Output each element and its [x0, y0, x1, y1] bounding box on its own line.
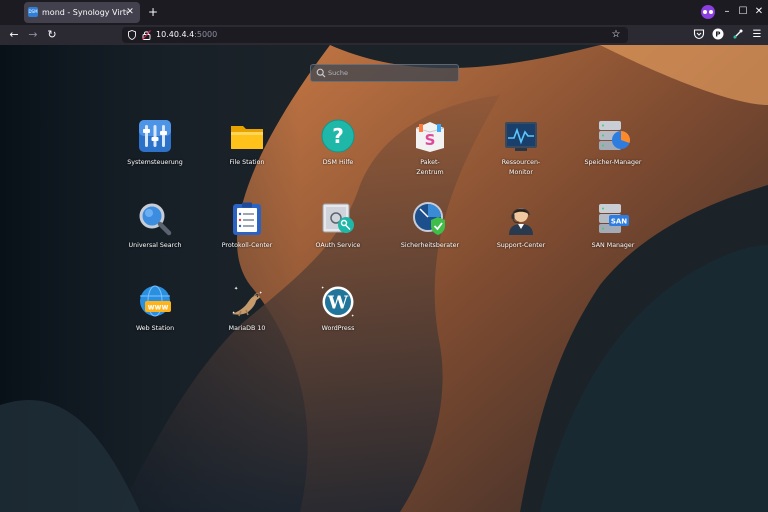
extension-icon[interactable]: P	[711, 28, 725, 42]
browser-navigation-bar: ← → ↻ 10.40.4.4:5000 ☆ P ☰	[0, 25, 768, 45]
app-systemsteuerung[interactable]: Systemsteuerung	[110, 118, 200, 190]
package-center-icon: S	[415, 122, 445, 152]
forward-arrow-icon[interactable]: →	[26, 28, 40, 42]
control-panel-icon	[139, 120, 171, 152]
app-label: Sicherheitsberater	[400, 242, 460, 249]
magnifier-icon	[139, 203, 172, 236]
san-manager-icon: SAN	[599, 204, 629, 233]
app-label: Web Station	[135, 325, 175, 332]
app-label: Protokoll-Center	[221, 242, 273, 249]
maximize-button[interactable]: ☐	[736, 5, 750, 19]
app-web-station[interactable]: www Web Station	[110, 284, 200, 356]
app-wordpress[interactable]: ✦ ✦ W WordPress	[293, 284, 383, 356]
folder-icon	[231, 126, 263, 149]
browser-tab[interactable]: DSM mond - Synology VirtualDSM ✕	[24, 2, 140, 23]
tab-title: mond - Synology VirtualDSM	[42, 8, 128, 17]
dsm-desktop: Systemsteuerung File Station ? DSM Hilfe…	[0, 45, 768, 512]
svg-text:✦: ✦	[321, 285, 325, 290]
app-label: Speicher-Manager	[584, 159, 642, 166]
app-ressourcen-monitor[interactable]: Ressourcen- Monitor	[476, 118, 566, 190]
support-agent-icon	[509, 208, 533, 235]
svg-text:✦: ✦	[234, 286, 238, 292]
minimize-button[interactable]: –	[720, 5, 734, 19]
search-box[interactable]	[310, 64, 459, 82]
tracking-protection-icon[interactable]	[128, 30, 136, 40]
app-mariadb[interactable]: ✦ ✦ ✦ MariaDB 10	[202, 284, 292, 356]
app-label: Systemsteuerung	[127, 159, 183, 166]
app-label: DSM Hilfe	[322, 159, 354, 166]
app-support-center[interactable]: Support-Center	[476, 201, 566, 273]
security-advisor-icon	[413, 202, 445, 235]
svg-text:?: ?	[332, 124, 344, 148]
app-dsm-hilfe[interactable]: ? DSM Hilfe	[293, 118, 383, 190]
bookmark-star-icon[interactable]: ☆	[610, 28, 622, 42]
mariadb-seal-icon: ✦ ✦ ✦	[232, 286, 263, 317]
insecure-lock-icon[interactable]	[142, 30, 151, 40]
app-label: Paket- Zentrum	[416, 159, 444, 176]
app-label: Support-Center	[496, 242, 546, 249]
close-window-button[interactable]: ✕	[752, 5, 766, 19]
dsm-favicon-icon: DSM	[28, 7, 38, 17]
app-label: WordPress	[321, 325, 355, 332]
url-port: :5000	[194, 30, 218, 39]
storage-manager-icon	[599, 121, 631, 150]
reload-icon[interactable]: ↻	[45, 28, 59, 42]
app-oauth-service[interactable]: OAuth Service	[293, 201, 383, 273]
svg-text:S: S	[425, 131, 436, 149]
search-input[interactable]	[328, 67, 454, 79]
privacy-extension-icon[interactable]	[701, 5, 715, 19]
app-label: Universal Search	[128, 242, 182, 249]
app-label: OAuth Service	[315, 242, 361, 249]
app-speicher-manager[interactable]: Speicher-Manager	[568, 118, 658, 190]
svg-text:✦: ✦	[351, 313, 355, 318]
back-arrow-icon[interactable]: ←	[7, 28, 21, 42]
app-sicherheitsberater[interactable]: Sicherheitsberater	[385, 201, 475, 273]
resource-monitor-icon	[505, 122, 537, 151]
url-text[interactable]: 10.40.4.4:5000	[156, 28, 217, 42]
help-icon: ?	[321, 119, 355, 153]
oauth-safe-icon	[322, 203, 354, 233]
app-protokoll-center[interactable]: Protokoll-Center	[202, 201, 292, 273]
browser-tab-strip: DSM mond - Synology VirtualDSM ✕ + – ☐ ✕	[0, 0, 768, 25]
tab-close-icon[interactable]: ✕	[124, 6, 136, 18]
app-label: MariaDB 10	[228, 325, 266, 332]
app-label: SAN Manager	[591, 242, 635, 249]
extension-puzzle-icon[interactable]	[731, 28, 745, 42]
svg-text:P: P	[715, 31, 720, 39]
svg-text:www: www	[148, 303, 169, 312]
log-center-icon	[233, 202, 261, 235]
hamburger-menu-icon[interactable]: ☰	[750, 28, 764, 42]
address-bar[interactable]: 10.40.4.4:5000 ☆	[122, 27, 628, 43]
wallpaper-antelope-canyon	[0, 45, 768, 512]
app-label: File Station	[229, 159, 265, 166]
app-universal-search[interactable]: Universal Search	[110, 201, 200, 273]
web-station-icon: www	[140, 285, 171, 317]
app-file-station[interactable]: File Station	[202, 118, 292, 190]
new-tab-button[interactable]: +	[146, 5, 160, 19]
wordpress-icon: ✦ ✦ W	[321, 285, 355, 318]
pocket-icon[interactable]	[692, 28, 706, 42]
search-icon	[316, 68, 326, 78]
app-label: Ressourcen- Monitor	[501, 159, 541, 176]
svg-text:SAN: SAN	[611, 218, 627, 226]
svg-text:W: W	[327, 293, 349, 314]
url-host: 10.40.4.4	[156, 30, 195, 39]
app-paket-zentrum[interactable]: S Paket- Zentrum	[385, 118, 475, 190]
app-san-manager[interactable]: SAN SAN Manager	[568, 201, 658, 273]
svg-text:✦: ✦	[259, 290, 263, 295]
